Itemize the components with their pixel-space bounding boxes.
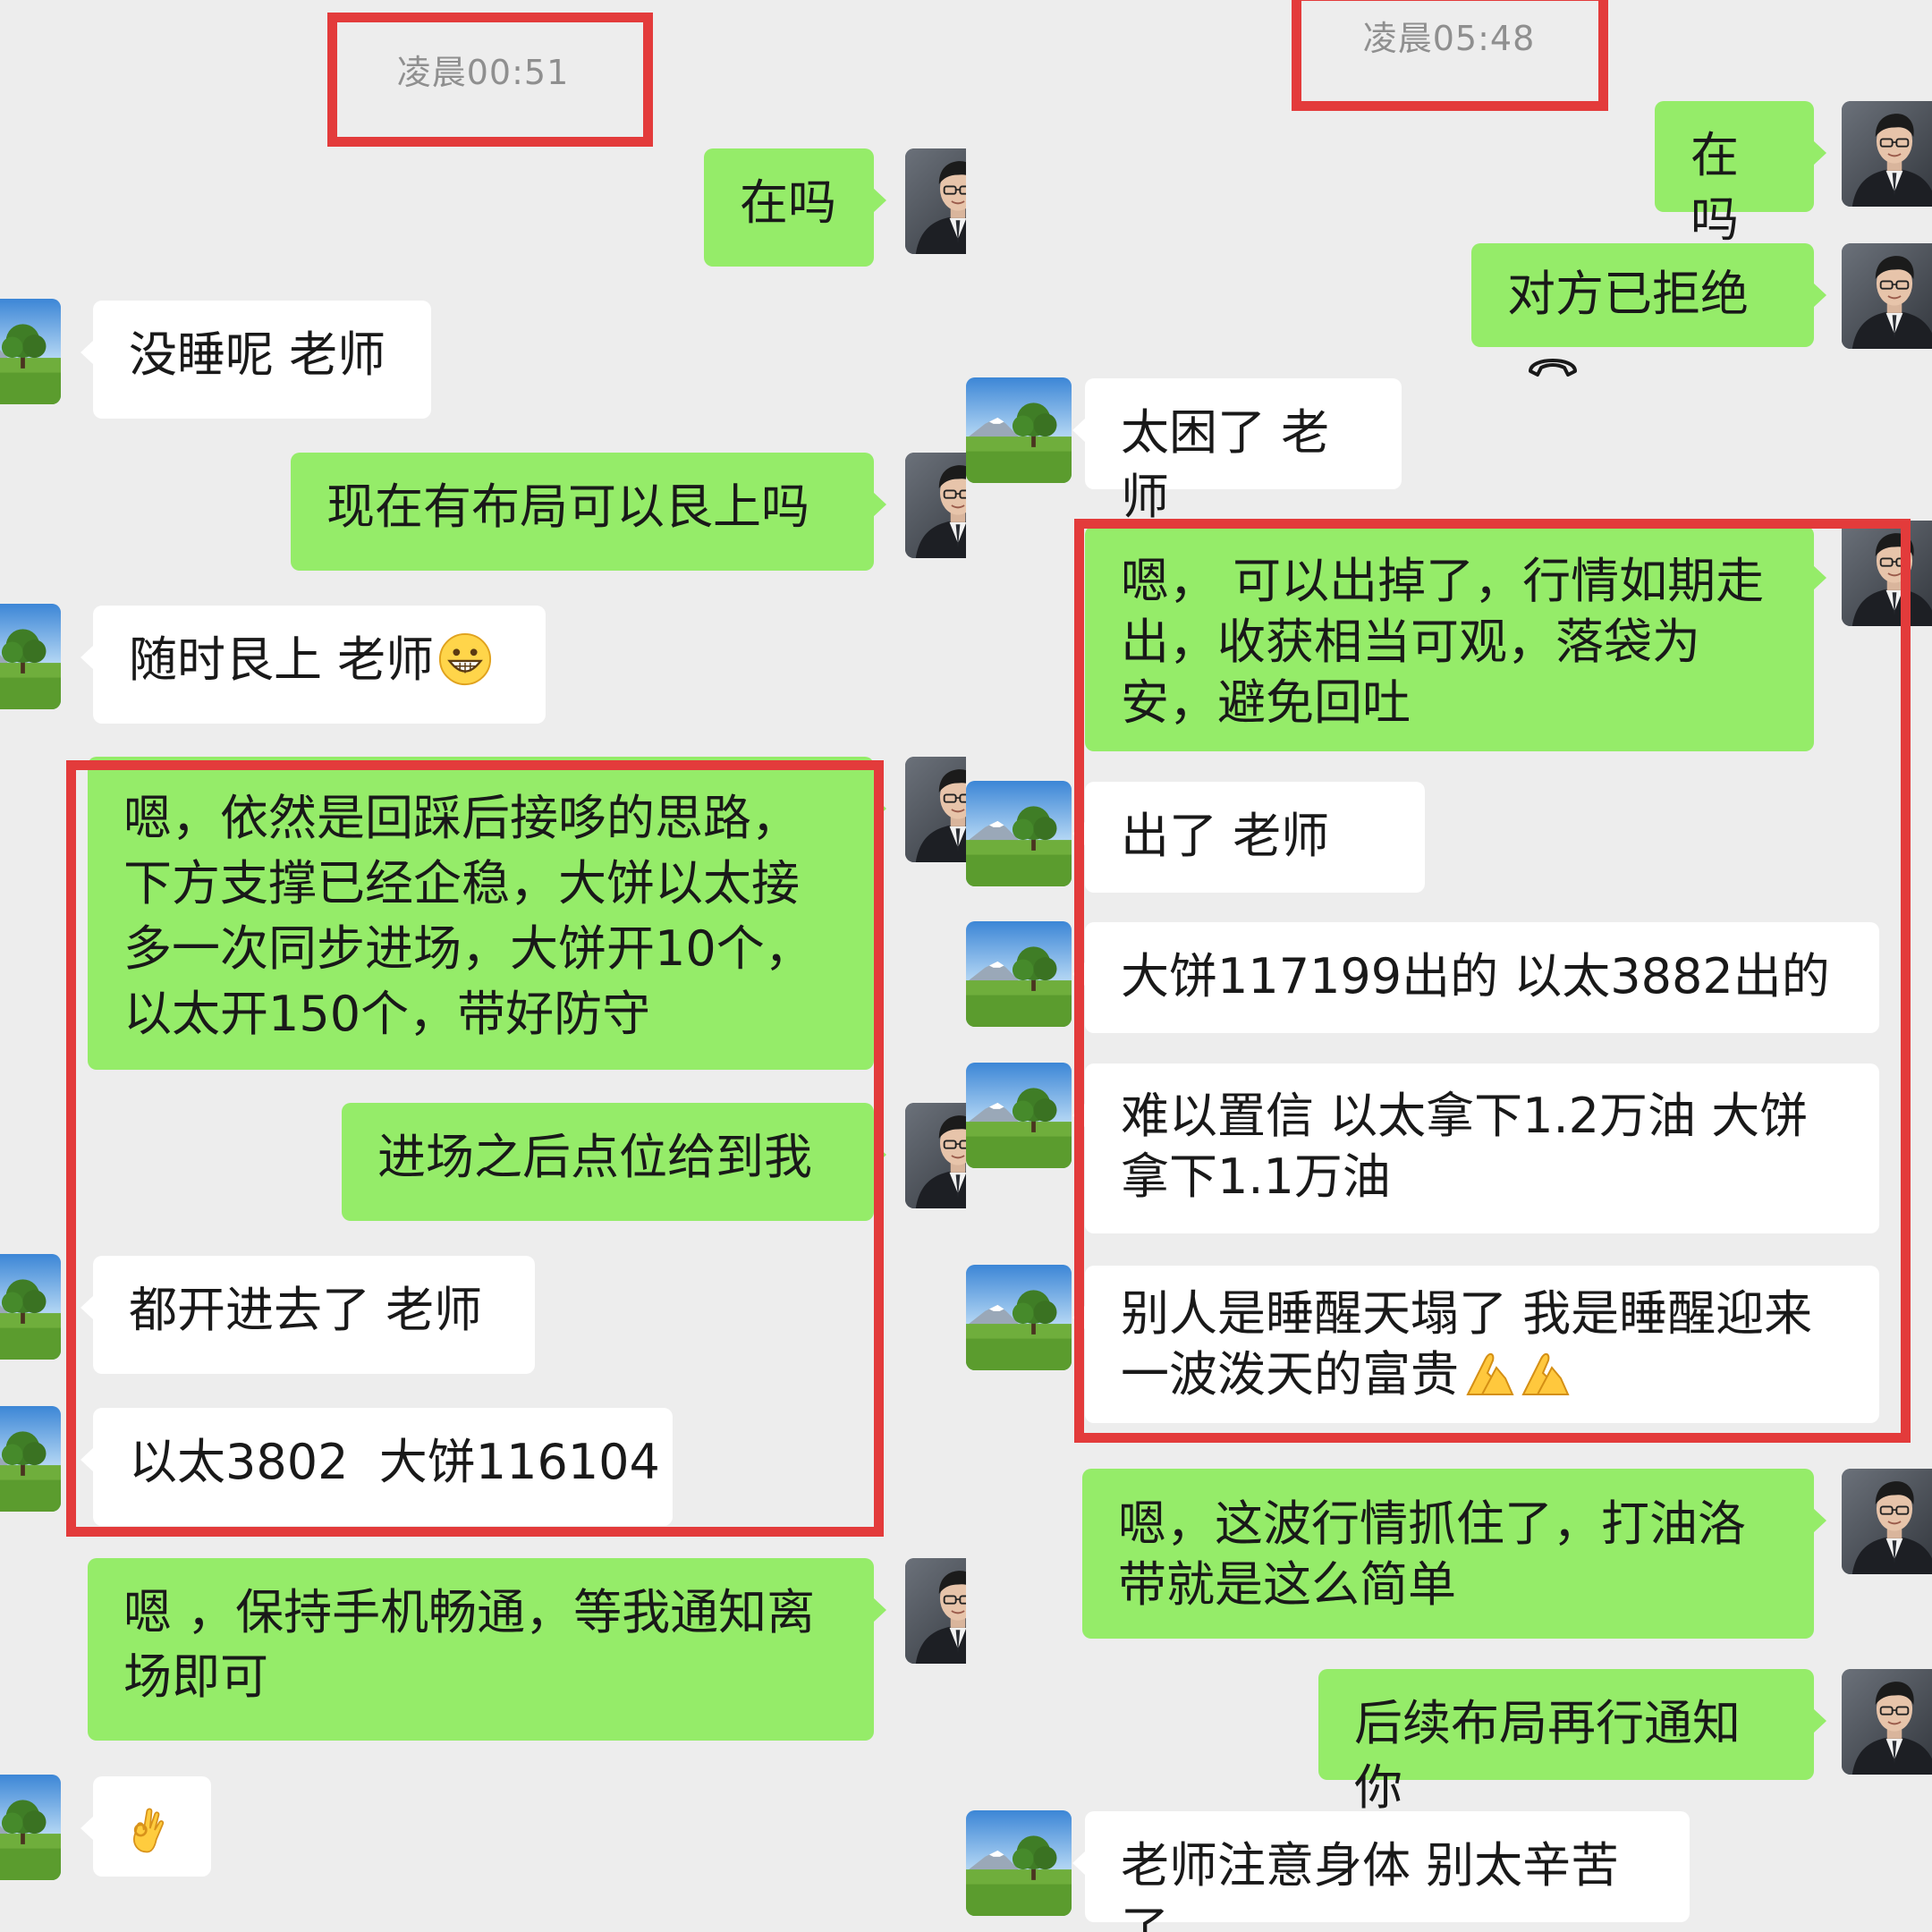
contact-avatar[interactable]: [0, 1254, 61, 1360]
message-bubble-received[interactable]: 随时艮上 老师: [80, 606, 546, 724]
message-bubble-received[interactable]: 太困了 老师: [1072, 378, 1402, 525]
contact-avatar[interactable]: [0, 299, 61, 404]
hang-up-phone-icon: [1527, 330, 1579, 394]
message-bubble-received[interactable]: 大饼117199出的 以太3882出的: [1072, 922, 1879, 1033]
my-avatar[interactable]: [1842, 1669, 1932, 1775]
message-bubble-received[interactable]: 难以置信 以太拿下1.2万油 大饼拿下1.1万油: [1072, 1063, 1879, 1233]
message-bubble-sent[interactable]: 嗯 ，保持手机畅通，等我通知离场即可: [88, 1558, 886, 1741]
chat-screenshot-right: 凌晨05:48 在吗 对方已拒绝 太困了 老师 嗯， 可以出掉了，行情如期走出，…: [966, 0, 1932, 1932]
message-bubble-sent[interactable]: 现在有布局可以艮上吗: [291, 453, 886, 571]
my-avatar[interactable]: [1842, 1469, 1932, 1574]
my-avatar[interactable]: [1842, 243, 1932, 349]
grinning-face-icon: [437, 631, 493, 703]
message-bubble-sent[interactable]: 后续布局再行通知你: [1318, 1669, 1826, 1816]
ok-hand-icon: [123, 1805, 174, 1871]
call-rejected-bubble[interactable]: 对方已拒绝: [1471, 243, 1826, 377]
my-avatar[interactable]: [1842, 101, 1932, 207]
message-bubble-received[interactable]: 以太3802 大饼116104: [80, 1408, 673, 1526]
contact-avatar[interactable]: [966, 781, 1072, 886]
message-bubble-received[interactable]: [80, 1776, 211, 1877]
message-bubble-received[interactable]: 都开进去了 老师: [80, 1256, 535, 1374]
call-status-text: 对方已拒绝: [1507, 266, 1749, 322]
timestamp: 凌晨05:48: [1362, 19, 1536, 58]
my-avatar[interactable]: [905, 1558, 966, 1664]
my-avatar[interactable]: [905, 1103, 966, 1208]
message-bubble-sent[interactable]: 嗯， 可以出掉了，行情如期走出，收获相当可观，落袋为安，避免回吐: [1085, 526, 1826, 751]
message-bubble-sent[interactable]: 在吗: [704, 148, 886, 267]
chat-screenshot-left: 凌晨00:51 在吗 没睡呢 老师 现在有布局可以艮上吗 随时艮上 老师 嗯，依…: [0, 0, 966, 1932]
contact-avatar[interactable]: [966, 1265, 1072, 1370]
my-avatar[interactable]: [905, 453, 966, 558]
message-bubble-received[interactable]: 没睡呢 老师: [80, 301, 431, 419]
message-bubble-sent[interactable]: 在吗: [1655, 101, 1826, 248]
contact-avatar[interactable]: [966, 1810, 1072, 1916]
my-avatar[interactable]: [905, 757, 966, 862]
my-avatar[interactable]: [1842, 521, 1932, 626]
timestamp: 凌晨00:51: [396, 53, 570, 92]
contact-avatar[interactable]: [966, 921, 1072, 1027]
message-bubble-received[interactable]: 出了 老师: [1072, 782, 1425, 893]
message-bubble-sent[interactable]: 嗯，依然是回踩后接哆的思路，下方支撑已经企稳，大饼以太接多一次同步进场，大饼开1…: [88, 757, 886, 1070]
contact-avatar[interactable]: [0, 604, 61, 709]
message-text: 随时艮上 老师: [129, 631, 435, 688]
message-bubble-received[interactable]: 别人是睡醒天塌了 我是睡醒迎来一波泼天的富贵: [1072, 1266, 1879, 1423]
message-bubble-sent[interactable]: 进场之后点位给到我: [342, 1103, 886, 1221]
message-bubble-sent[interactable]: 嗯，这波行情抓住了，打油洛带就是这么简单: [1082, 1469, 1826, 1639]
palms-together-icon: [1462, 1346, 1573, 1411]
contact-avatar[interactable]: [0, 1406, 61, 1512]
contact-avatar[interactable]: [966, 377, 1072, 483]
contact-avatar[interactable]: [966, 1063, 1072, 1168]
contact-avatar[interactable]: [0, 1775, 61, 1880]
message-bubble-received[interactable]: 老师注意身体 别太辛苦了: [1072, 1811, 1690, 1932]
my-avatar[interactable]: [905, 148, 966, 254]
